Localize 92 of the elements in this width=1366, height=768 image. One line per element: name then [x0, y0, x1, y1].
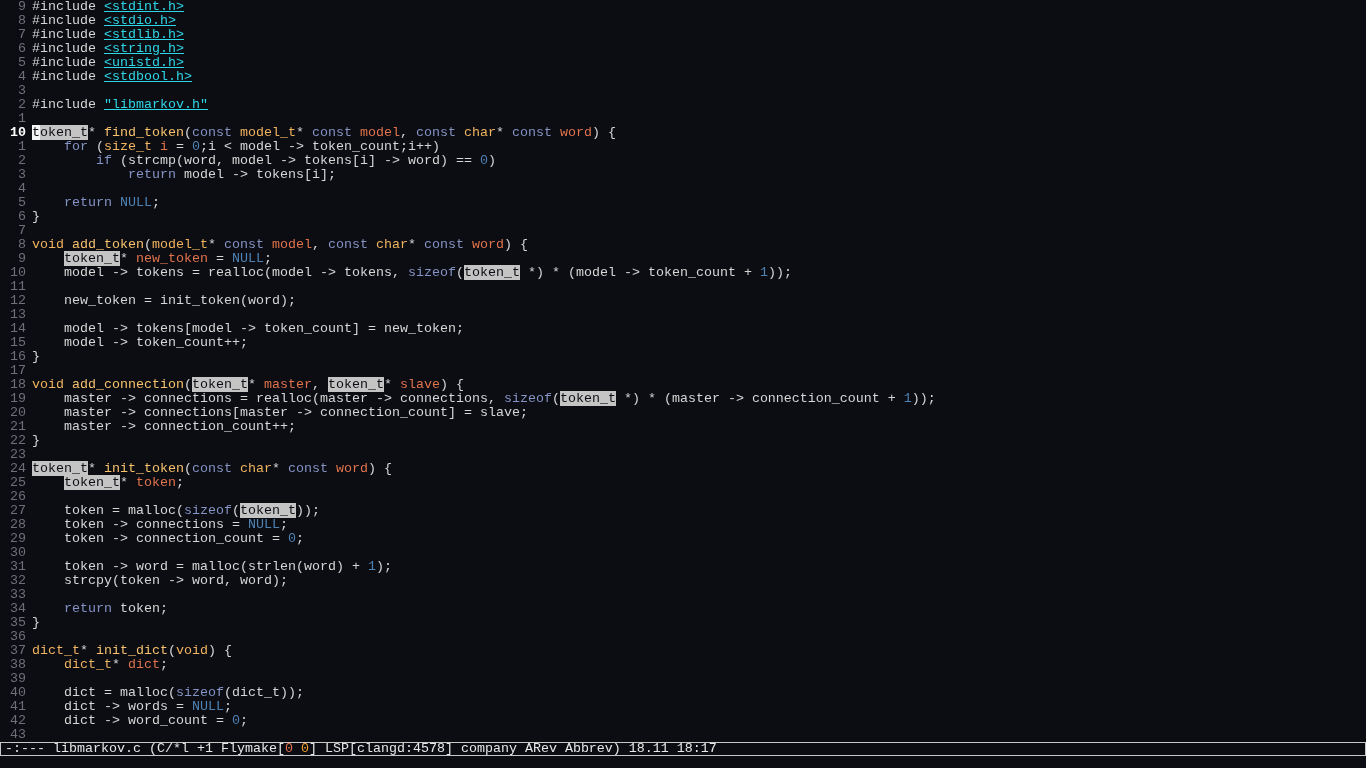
- code-line: dict = malloc(sizeof(dict_t));: [63, 686, 304, 700]
- code-line: model -> token_count++;: [63, 336, 248, 350]
- line-number: 3: [17, 84, 26, 98]
- code-line: token_t* init_token(const char* const word) {: [32, 462, 392, 476]
- code-line: }: [32, 210, 40, 224]
- line-number: 13: [9, 308, 26, 322]
- line-number: 30: [9, 546, 26, 560]
- code-line: master -> connection_count++;: [63, 420, 296, 434]
- line-number: 7: [17, 224, 26, 238]
- code-line: if (strcmp(word, model -> tokens[i] -> word) == 0): [95, 154, 496, 168]
- code-line: master -> connections[master -> connection_count] = slave;: [63, 406, 528, 420]
- line-number: 12: [9, 294, 26, 308]
- line-number: 39: [9, 672, 26, 686]
- line-number: 26: [9, 490, 26, 504]
- line-number: 27: [9, 504, 26, 518]
- code-line: #include <string.h>: [32, 42, 184, 56]
- code-line: model -> tokens[model -> token_count] = new_token;: [63, 322, 464, 336]
- line-number: 11: [9, 280, 26, 294]
- code-line: return token;: [63, 602, 168, 616]
- line-number: 4: [17, 70, 26, 84]
- code-line: token -> connection_count = 0;: [63, 532, 304, 546]
- code-line: token = malloc(sizeof(token_t));: [63, 504, 320, 518]
- line-number: 29: [9, 532, 26, 546]
- line-number: 10: [9, 126, 26, 140]
- code-line: dict_t* init_dict(void) {: [32, 644, 232, 658]
- code-line: return NULL;: [63, 196, 160, 210]
- code-line: #include <stdio.h>: [32, 14, 176, 28]
- code-line: #include "libmarkov.h": [32, 98, 208, 112]
- line-number: 1: [17, 140, 26, 154]
- line-number: 9: [17, 252, 26, 266]
- line-number: 24: [9, 462, 26, 476]
- line-number: 6: [17, 42, 26, 56]
- code-line: return model -> tokens[i];: [127, 168, 336, 182]
- code-line: for (size_t i = 0;i < model -> token_count;i++): [63, 140, 440, 154]
- line-number: 2: [17, 154, 26, 168]
- code-line: }: [32, 616, 40, 630]
- line-number: 7: [17, 28, 26, 42]
- code-line: }: [32, 434, 40, 448]
- line-number: 42: [9, 714, 26, 728]
- code-line: dict -> words = NULL;: [63, 700, 232, 714]
- line-number: 1: [17, 112, 26, 126]
- line-number: 31: [9, 560, 26, 574]
- line-number: 2: [17, 98, 26, 112]
- code-line: dict_t* dict;: [63, 658, 168, 672]
- line-number: 32: [9, 574, 26, 588]
- code-line: #include <stdbool.h>: [32, 70, 192, 84]
- line-number: 15: [9, 336, 26, 350]
- code-line: }: [32, 350, 40, 364]
- line-number: 5: [17, 56, 26, 70]
- line-number: 22: [9, 434, 26, 448]
- code-line: strcpy(token -> word, word);: [63, 574, 288, 588]
- line-number: 8: [17, 14, 26, 28]
- line-number: 41: [9, 700, 26, 714]
- line-number: 4: [17, 182, 26, 196]
- line-number: 34: [9, 602, 26, 616]
- line-number: 18: [9, 378, 26, 392]
- line-number: 23: [9, 448, 26, 462]
- line-number: 8: [17, 238, 26, 252]
- code-line: void add_token(model_t* const model, const char* const word) {: [32, 238, 528, 252]
- line-number: 6: [17, 210, 26, 224]
- line-number: 36: [9, 630, 26, 644]
- line-number: 5: [17, 196, 26, 210]
- line-number: 17: [9, 364, 26, 378]
- code-line: #include <stdint.h>: [32, 0, 184, 14]
- line-number: 20: [9, 406, 26, 420]
- code-line: token_t* token;: [63, 476, 184, 490]
- line-number: 3: [17, 168, 26, 182]
- code-line: dict -> word_count = 0;: [63, 714, 248, 728]
- code-line: #include <unistd.h>: [32, 56, 184, 70]
- line-number: 21: [9, 420, 26, 434]
- line-number: 33: [9, 588, 26, 602]
- line-number: 10: [9, 266, 26, 280]
- line-number: 25: [9, 476, 26, 490]
- code-line: #include <stdlib.h>: [32, 28, 184, 42]
- code-line: master -> connections = realloc(master -> connections, sizeof(token_t *) * (master -> connection_count + 1));: [63, 392, 936, 406]
- line-number: 38: [9, 658, 26, 672]
- line-number: 40: [9, 686, 26, 700]
- line-number: 19: [9, 392, 26, 406]
- line-number: 37: [9, 644, 26, 658]
- code-line: void add_connection(token_t* master, token_t* slave) {: [32, 378, 464, 392]
- code-line: token_t* find_token(const model_t* const model, const char* const word) {: [32, 126, 616, 140]
- code-line: token -> connections = NULL;: [63, 518, 288, 532]
- line-number: 16: [9, 350, 26, 364]
- code-line: new_token = init_token(word);: [63, 294, 296, 308]
- line-number: 43: [9, 728, 26, 742]
- code-line: model -> tokens = realloc(model -> tokens, sizeof(token_t *) * (model -> token_count + 1));: [63, 266, 792, 280]
- line-number: 9: [17, 0, 26, 14]
- line-number: 28: [9, 518, 26, 532]
- code-line: token_t* new_token = NULL;: [63, 252, 272, 266]
- line-number: 14: [9, 322, 26, 336]
- line-number: 35: [9, 616, 26, 630]
- code-line: token -> word = malloc(strlen(word) + 1);: [63, 560, 392, 574]
